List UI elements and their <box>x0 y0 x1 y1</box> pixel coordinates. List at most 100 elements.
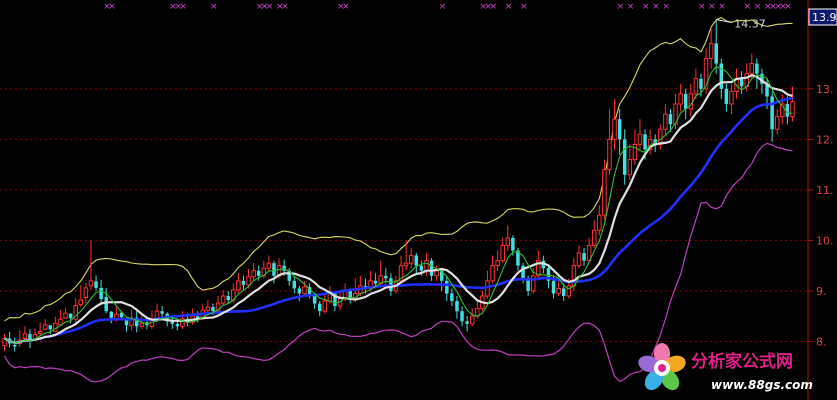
signal-marker: × <box>439 2 447 12</box>
candle-body <box>627 159 633 176</box>
candle <box>780 93 785 125</box>
candle-body <box>220 295 226 304</box>
candle <box>205 300 211 314</box>
signal-marker: × <box>490 2 498 12</box>
candle <box>68 313 73 324</box>
candle <box>12 337 17 352</box>
candle-body <box>236 280 241 291</box>
candle <box>688 83 694 117</box>
candle-body <box>251 270 256 278</box>
candle <box>266 255 272 272</box>
candle <box>445 275 449 302</box>
candle <box>678 83 683 112</box>
signal-marker: × <box>266 2 274 12</box>
candle-body <box>469 315 475 325</box>
candle-body <box>708 42 714 60</box>
candle-body <box>384 275 388 279</box>
candle-body <box>373 280 378 284</box>
candle-body <box>403 262 409 267</box>
candle-body <box>683 93 688 110</box>
candle-body <box>455 301 459 312</box>
signal-marker: × <box>642 2 650 12</box>
candle-body <box>755 63 759 74</box>
candle <box>719 58 724 99</box>
signal-markers: ×× ××× × ××× ×× ×× × ××× × × × × × × × × × × × × ××××× <box>103 2 792 12</box>
candle-body <box>719 63 724 89</box>
candle-body <box>139 322 145 327</box>
candle <box>485 270 490 299</box>
upper-band-line <box>4 17 793 322</box>
lower-band-path <box>3 142 793 383</box>
candle <box>109 311 114 324</box>
candle-body <box>322 300 328 312</box>
candle <box>317 301 322 317</box>
candle-body <box>272 263 276 276</box>
candle-body <box>312 296 317 304</box>
candle-body <box>83 287 89 299</box>
signal-marker: × <box>342 2 350 12</box>
candle-body <box>460 311 464 322</box>
candle <box>591 220 597 248</box>
candle-body <box>22 333 28 339</box>
candle-body <box>770 96 774 130</box>
candle-body <box>551 280 556 294</box>
candle <box>78 284 84 308</box>
candle-body <box>241 280 246 285</box>
candle <box>455 296 459 319</box>
candle <box>739 71 744 94</box>
high-price-label: 14.37 <box>734 18 766 31</box>
candle <box>236 273 241 293</box>
candle-body <box>317 303 322 312</box>
signal-marker: × <box>210 2 218 12</box>
signal-marker: × <box>754 2 762 12</box>
candle-body <box>724 88 729 104</box>
candle <box>297 285 302 302</box>
candle <box>322 293 328 314</box>
last-price-label: 13.92 <box>812 11 837 24</box>
candle-body <box>714 43 718 64</box>
candle <box>42 319 48 331</box>
candle-body <box>266 262 272 269</box>
candle-body <box>205 306 211 311</box>
y-tick-label: 8. <box>816 335 827 348</box>
candle <box>408 248 414 269</box>
candle-body <box>58 318 63 326</box>
candle-body <box>246 276 251 286</box>
flower-logo-icon <box>638 343 686 391</box>
candle-body <box>505 237 511 246</box>
candle <box>708 28 714 69</box>
candle <box>94 275 98 291</box>
candle-body <box>591 229 597 246</box>
candle <box>617 109 622 155</box>
signal-marker: × <box>718 2 726 12</box>
candle <box>627 144 633 180</box>
candle-body <box>88 280 94 287</box>
candle <box>88 240 94 290</box>
candle <box>755 58 759 89</box>
candle <box>770 91 774 142</box>
signal-marker: × <box>744 2 752 12</box>
candle-body <box>424 260 429 272</box>
candle-body <box>109 311 114 318</box>
candle <box>460 306 464 327</box>
candle-body <box>699 78 703 89</box>
y-tick-label: 9. <box>816 285 827 298</box>
candle <box>597 205 602 236</box>
signal-marker: × <box>662 2 670 12</box>
candle-body <box>78 299 84 306</box>
candle-body <box>643 134 647 150</box>
candle <box>58 310 63 326</box>
candle <box>63 308 68 319</box>
candle <box>414 253 419 274</box>
signal-marker: × <box>617 2 625 12</box>
candle-body <box>729 90 734 105</box>
candle <box>774 109 780 135</box>
lower-band-line <box>3 142 793 383</box>
candle <box>505 225 511 251</box>
candle-body <box>678 93 683 105</box>
candle-body <box>292 280 297 289</box>
candle <box>647 129 653 155</box>
last-price-box: 13.92 <box>808 8 837 26</box>
candle-body <box>429 260 434 276</box>
candle <box>607 109 612 175</box>
